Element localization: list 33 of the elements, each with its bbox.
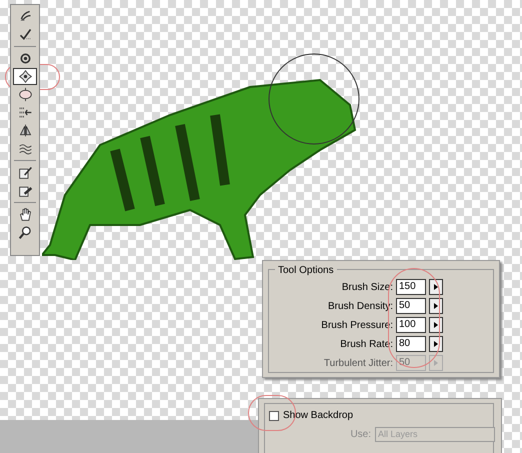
zoom-icon xyxy=(18,225,32,240)
triangle-right-icon xyxy=(434,284,438,290)
show-backdrop-checkbox[interactable] xyxy=(269,410,279,420)
slider-arrow-button[interactable] xyxy=(429,298,443,314)
field-label: Brush Density: xyxy=(328,300,393,314)
hand-icon xyxy=(18,207,32,222)
push-icon xyxy=(18,105,32,120)
field-label: Brush Rate: xyxy=(340,338,393,352)
reconstruct-icon xyxy=(18,27,32,42)
mirror-icon xyxy=(18,123,32,138)
field-label: Brush Size: xyxy=(342,280,393,294)
bloat-icon xyxy=(18,87,32,102)
value-field[interactable]: 80 xyxy=(396,336,426,352)
slider-arrow-button[interactable] xyxy=(429,279,443,295)
pucker-tool[interactable] xyxy=(13,68,37,85)
triangle-right-icon xyxy=(434,303,438,309)
value-field[interactable]: 150 xyxy=(396,279,426,295)
pucker-icon xyxy=(18,69,32,84)
group-title: Tool Options xyxy=(275,263,337,278)
triangle-right-icon xyxy=(434,322,438,328)
field-label: Use: xyxy=(349,428,371,442)
twirl-icon xyxy=(18,51,32,66)
triangle-right-icon xyxy=(434,341,438,347)
triangle-right-icon xyxy=(434,360,438,366)
field-label: Brush Pressure: xyxy=(321,318,393,332)
slider-arrow-button[interactable] xyxy=(429,317,443,333)
field-label: Turbulent Jitter: xyxy=(324,356,393,370)
value-field[interactable]: 100 xyxy=(396,317,426,333)
checkbox-label: Show Backdrop xyxy=(283,409,354,423)
slider-arrow-button[interactable] xyxy=(429,336,443,352)
slider-arrow-button[interactable] xyxy=(429,355,443,371)
freeze-icon xyxy=(18,165,32,180)
value-field[interactable]: 50 xyxy=(396,298,426,314)
